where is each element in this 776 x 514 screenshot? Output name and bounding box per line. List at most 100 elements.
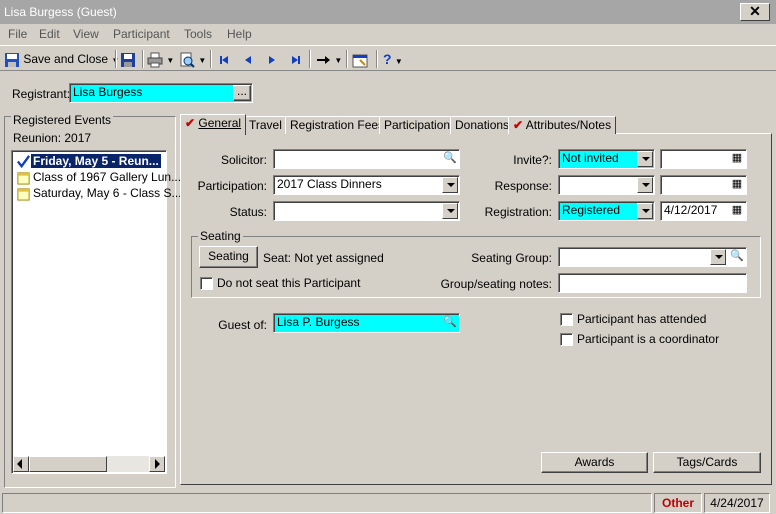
printer-icon — [147, 52, 163, 68]
chevron-down-icon[interactable] — [637, 151, 653, 167]
guest-of-field[interactable]: Lisa P. Burgess 🔍 — [273, 313, 460, 333]
tab-label: Participation — [384, 118, 451, 132]
do-not-seat-label: Do not seat this Participant — [217, 276, 361, 290]
status-pane-main — [2, 493, 652, 513]
invite-value: Not invited — [562, 151, 619, 165]
solicitor-label: Solicitor: — [220, 153, 267, 167]
tab-participation[interactable]: Participation — [379, 116, 456, 134]
scroll-thumb[interactable] — [29, 456, 107, 472]
do-not-seat-checkbox[interactable] — [200, 277, 213, 290]
chevron-down-icon[interactable] — [637, 177, 653, 193]
chevron-down-icon[interactable]: ▼ — [395, 57, 403, 66]
registration-value: Registered — [562, 203, 621, 217]
chevron-down-icon[interactable] — [637, 203, 653, 219]
calendar-icon[interactable]: ▦ — [729, 177, 745, 193]
chevron-down-icon[interactable]: ▼ — [198, 56, 206, 65]
tab-travel[interactable]: Travel — [244, 116, 287, 134]
save-button[interactable] — [120, 49, 136, 69]
print-preview-icon — [180, 52, 195, 68]
seating-group-select[interactable]: 🔍 — [558, 247, 747, 267]
registration-select[interactable]: Registered — [558, 201, 655, 221]
scroll-left-button[interactable] — [13, 456, 29, 472]
attended-checkbox[interactable] — [560, 313, 573, 326]
go-to-button[interactable]: ▼ — [315, 49, 342, 69]
status-other: Other — [654, 493, 702, 513]
binoculars-icon[interactable]: 🔍 — [442, 151, 458, 167]
registered-events-list[interactable]: Friday, May 5 - Reun... Class of 1967 Ga… — [11, 150, 182, 474]
tags-cards-button[interactable]: Tags/Cards — [653, 452, 761, 473]
close-button[interactable]: ✕ — [740, 3, 770, 21]
invite-select[interactable]: Not invited — [558, 149, 655, 169]
tab-attributes-notes[interactable]: ✔ Attributes/Notes — [508, 116, 617, 134]
toolbar-separator — [142, 50, 144, 68]
tab-label: Travel — [249, 118, 282, 132]
awards-button[interactable]: Awards — [541, 452, 648, 473]
participation-select[interactable]: 2017 Class Dinners — [273, 175, 460, 195]
registration-label: Registration: — [484, 205, 552, 219]
calendar-icon[interactable]: ▦ — [729, 203, 745, 219]
chevron-right-icon — [155, 459, 160, 469]
next-record-button[interactable] — [264, 49, 280, 69]
horizontal-scrollbar[interactable] — [13, 456, 165, 472]
registration-date-value: 4/12/2017 — [664, 203, 718, 217]
list-item[interactable]: Saturday, May 6 - Class S... — [16, 185, 184, 201]
last-record-icon — [292, 55, 300, 64]
menu-view[interactable]: View — [73, 27, 99, 41]
properties-button[interactable] — [352, 49, 368, 69]
chevron-down-icon[interactable] — [710, 249, 726, 265]
previous-record-icon — [245, 55, 251, 64]
chevron-down-icon[interactable] — [442, 177, 458, 193]
save-close-label: Save and Close — [23, 52, 109, 66]
group-notes-label: Group/seating notes: — [440, 277, 552, 291]
print-preview-button[interactable]: ▼ — [179, 49, 206, 69]
list-item-label: Class of 1967 Gallery Lun... — [33, 170, 182, 184]
tab-registration-fees[interactable]: Registration Fees — [285, 116, 390, 134]
seat-status: Seat: Not yet assigned — [263, 251, 384, 265]
menu-help[interactable]: Help — [227, 27, 252, 41]
last-record-button[interactable] — [288, 49, 304, 69]
participation-label: Participation: — [197, 179, 267, 193]
menu-file[interactable]: File — [8, 27, 27, 41]
toolbar: Save and Close ▼ ▼ ▼ ▼ ? ▼ — [0, 45, 776, 71]
chevron-down-icon[interactable]: ▼ — [334, 56, 342, 65]
scroll-right-button[interactable] — [149, 456, 165, 472]
previous-record-button[interactable] — [240, 49, 256, 69]
registrant-field[interactable]: Lisa Burgess ... — [69, 83, 253, 103]
seating-button[interactable]: Seating — [199, 246, 258, 268]
tab-label: Registration Fees — [290, 118, 385, 132]
group-notes-field[interactable] — [558, 273, 747, 293]
chevron-down-icon[interactable] — [442, 203, 458, 219]
binoculars-icon[interactable]: 🔍 — [729, 249, 745, 265]
arrow-right-icon — [317, 55, 330, 64]
help-icon: ? — [383, 51, 392, 67]
toolbar-separator — [115, 50, 117, 68]
status-label: Status: — [229, 205, 267, 219]
invite-date-field[interactable]: ▦ — [660, 149, 747, 169]
response-select[interactable] — [558, 175, 655, 195]
list-item[interactable]: Class of 1967 Gallery Lun... — [16, 169, 183, 185]
list-item[interactable]: Friday, May 5 - Reun... — [16, 153, 162, 169]
menu-participant[interactable]: Participant — [113, 27, 170, 41]
window-title: Lisa Burgess (Guest) — [4, 5, 117, 19]
help-button[interactable]: ? ▼ — [383, 49, 403, 69]
save-and-close-button[interactable]: Save and Close ▼ — [4, 49, 119, 69]
chevron-down-icon[interactable]: ▼ — [166, 56, 174, 65]
registration-date-field[interactable]: 4/12/2017 ▦ — [660, 201, 747, 221]
first-record-button[interactable] — [216, 49, 232, 69]
print-button[interactable]: ▼ — [147, 49, 174, 69]
status-select[interactable] — [273, 201, 460, 221]
tab-donations[interactable]: Donations — [450, 116, 515, 134]
coordinator-checkbox[interactable] — [560, 333, 573, 346]
registered-events-title: Registered Events — [11, 113, 114, 127]
solicitor-field[interactable]: 🔍 — [273, 149, 460, 169]
guest-of-label: Guest of: — [218, 318, 267, 332]
menu-edit[interactable]: Edit — [39, 27, 60, 41]
registrant-value: Lisa Burgess — [73, 85, 143, 99]
registrant-browse-button[interactable]: ... — [233, 85, 251, 101]
binoculars-icon[interactable]: 🔍 — [442, 315, 458, 331]
menu-tools[interactable]: Tools — [184, 27, 212, 41]
calendar-icon[interactable]: ▦ — [729, 151, 745, 167]
list-item-label: Friday, May 5 - Reun... — [30, 153, 162, 169]
tab-general[interactable]: ✔ General — [180, 114, 247, 135]
response-date-field[interactable]: ▦ — [660, 175, 747, 195]
